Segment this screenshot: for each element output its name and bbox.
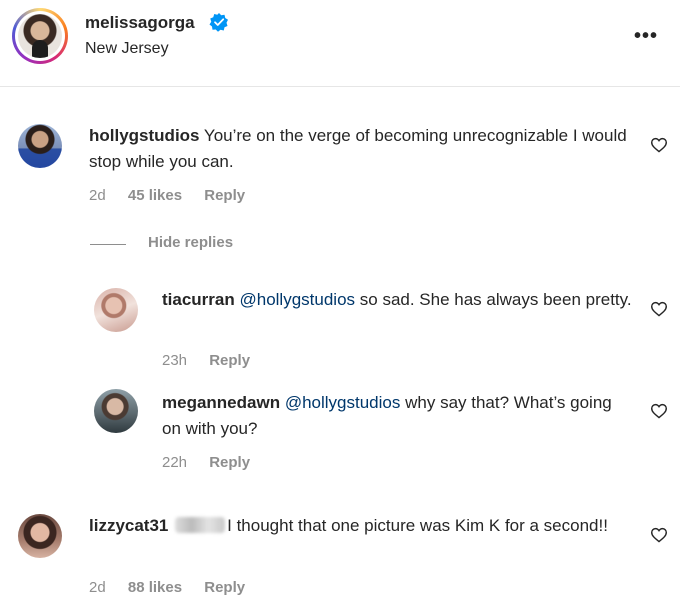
reply-body: tiacurran @hollygstudios so sad. She has… xyxy=(162,287,632,313)
reply-username[interactable]: megannedawn xyxy=(162,393,280,412)
commenter-avatar[interactable] xyxy=(18,124,62,168)
comment-username[interactable]: hollygstudios xyxy=(89,126,200,145)
like-heart-icon[interactable] xyxy=(650,527,668,543)
blurred-text xyxy=(175,517,226,533)
profile-avatar[interactable] xyxy=(12,8,68,64)
reply-button[interactable]: Reply xyxy=(209,352,250,369)
reply-mention[interactable]: @hollygstudios xyxy=(285,393,401,412)
comment-likes[interactable]: 45 likes xyxy=(128,187,182,204)
replies-divider xyxy=(90,244,126,245)
header-username[interactable]: melissagorga xyxy=(85,13,195,33)
reply-avatar[interactable] xyxy=(94,288,138,332)
comment-meta: 2d 88 likes Reply xyxy=(89,579,263,596)
verified-badge-icon xyxy=(209,13,228,32)
comment-username[interactable]: lizzycat31 xyxy=(89,516,168,535)
reply-time: 22h xyxy=(162,454,188,471)
reply-button[interactable]: Reply xyxy=(204,187,245,204)
commenter-avatar[interactable] xyxy=(18,514,62,558)
avatar-photo xyxy=(18,14,62,58)
reply-mention[interactable]: @hollygstudios xyxy=(239,290,355,309)
like-heart-icon[interactable] xyxy=(650,137,668,153)
comment-time: 2d xyxy=(89,579,106,596)
like-heart-icon[interactable] xyxy=(650,301,668,317)
comment-likes[interactable]: 88 likes xyxy=(128,579,182,596)
reply-username[interactable]: tiacurran xyxy=(162,290,235,309)
header-location[interactable]: New Jersey xyxy=(85,40,169,58)
reply-body: megannedawn @hollygstudios why say that?… xyxy=(162,390,632,442)
hide-replies-button[interactable]: Hide replies xyxy=(148,234,233,251)
reply-meta: 22h Reply xyxy=(162,454,268,471)
comment-body: hollygstudios You’re on the verge of bec… xyxy=(89,123,629,175)
reply-text: so sad. She has always been pretty. xyxy=(359,290,632,309)
reply-button[interactable]: Reply xyxy=(204,579,245,596)
reply-button[interactable]: Reply xyxy=(209,454,250,471)
reply-meta: 23h Reply xyxy=(162,352,268,369)
more-options-icon[interactable]: ••• xyxy=(634,26,658,46)
comment-time: 2d xyxy=(89,187,106,204)
like-heart-icon[interactable] xyxy=(650,403,668,419)
reply-time: 23h xyxy=(162,352,188,369)
post-header: melissagorga New Jersey ••• xyxy=(0,0,680,87)
reply-avatar[interactable] xyxy=(94,389,138,433)
comment-meta: 2d 45 likes Reply xyxy=(89,187,263,204)
comment-text: I thought that one picture was Kim K for… xyxy=(227,516,608,535)
comment-body: lizzycat31 I thought that one picture wa… xyxy=(89,513,629,539)
